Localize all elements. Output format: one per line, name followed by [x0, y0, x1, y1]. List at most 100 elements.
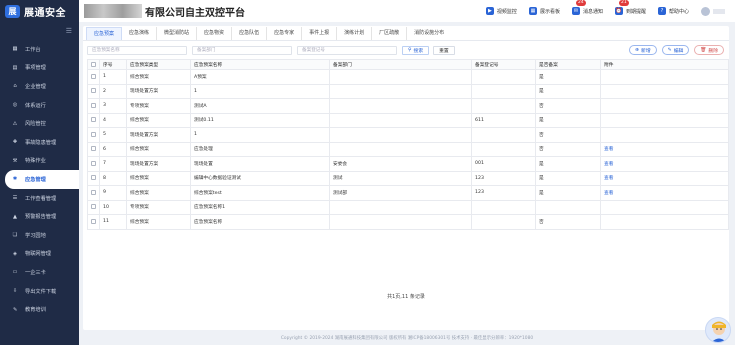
tab-bar: 应急预案 应急演练 微型消防站 应急物资 应急队伍 应急专家 事件上报 演练计划 厂区疏散 消防设… [83, 26, 729, 41]
select-all-checkbox[interactable] [91, 61, 96, 67]
tab-item[interactable]: 微型消防站 [157, 27, 198, 40]
table-cell: 否 [535, 141, 601, 157]
dept-input[interactable]: 备案部门 [192, 45, 292, 55]
table-cell: 否 [535, 214, 601, 230]
menu-collapse-icon[interactable]: ☰ [0, 22, 79, 40]
sidebar-item-system[interactable]: ◎ 体系运行 [0, 96, 79, 115]
sidebar-item-workbench[interactable]: ▦ 工作台 [0, 40, 79, 59]
table-row[interactable]: 6 综合预案 应急处理 否查看 [87, 141, 729, 157]
sidebar-item-card[interactable]: ▭ 一企三卡 [0, 263, 79, 282]
help-button[interactable]: ? 帮助中心 [657, 7, 689, 15]
sidebar-item-label: 特殊作业 [25, 158, 46, 165]
tab-item[interactable]: 消防设施分布 [407, 27, 451, 40]
row-checkbox[interactable] [91, 73, 96, 79]
row-checkbox[interactable] [91, 218, 96, 224]
redacted-user-name[interactable] [713, 8, 725, 14]
row-checkbox[interactable] [91, 88, 96, 94]
table-row[interactable]: 5 现场处置方案 1 否 [87, 127, 729, 143]
sidebar-item-review[interactable]: ☰ 工作查看管理 [0, 189, 79, 208]
table-row[interactable]: 11 综合预案 应急预案名称 否 [87, 214, 729, 230]
video-button[interactable]: ▶ 视频监控 [485, 7, 517, 15]
sidebar-item-training[interactable]: ✎ 教育培训 [0, 300, 79, 319]
plan-table: 序号 应急预案类型 应急预案名称 备案部门 备案登记号 是否备案 附件 1 综合预案 A预案是 2… [87, 59, 729, 230]
search-button[interactable]: ⚲ 搜索 [402, 45, 430, 55]
row-checkbox[interactable] [91, 160, 96, 166]
view-attachment-link[interactable]: 查看 [600, 141, 729, 157]
dashboard-button[interactable]: ▦ 展示看板 [528, 7, 560, 15]
sidebar-item-label: 一企三卡 [25, 269, 46, 276]
sidebar-item-task[interactable]: ▤ 事项管理 [0, 59, 79, 78]
view-attachment-link[interactable]: 查看 [600, 185, 729, 201]
tab-item[interactable]: 应急物资 [197, 27, 233, 40]
sidebar-item-hazard[interactable]: ✚ 事故隐患管理 [0, 133, 79, 152]
top-bar: 有限公司自主双控平台 ▶ 视频监控 ▦ 展示看板 ✉ 24 消息通知 ⏰ 21 到期提醒? 帮助中心 [79, 0, 735, 22]
table-row[interactable]: 3 专项预案 测试A 否 [87, 98, 729, 114]
avatar[interactable] [701, 6, 710, 16]
table-row[interactable]: 2 现场处置方案 1 是 [87, 83, 729, 99]
table-cell: A预案 [190, 69, 330, 85]
reset-button[interactable]: 重置 [433, 45, 455, 55]
checkbox-cell [87, 185, 100, 201]
row-checkbox[interactable] [91, 131, 96, 137]
table-row[interactable]: 1 综合预案 A预案 是 [87, 69, 729, 85]
row-checkbox[interactable] [91, 146, 96, 152]
row-checkbox[interactable] [91, 204, 96, 210]
notification-badge: 21 [618, 0, 629, 6]
sidebar-item-iot[interactable]: ◈ 物联网管理 [0, 245, 79, 264]
sidebar-item-risk[interactable]: ⚠ 风险管控 [0, 114, 79, 133]
table-cell: 测试 [329, 170, 472, 186]
tab-item[interactable]: 事件上报 [302, 27, 338, 40]
sidebar-item-emergency[interactable]: ✱ 应急管理 [5, 170, 79, 189]
table-row[interactable]: 7 现场处置方案 现场处置 安委会 001 是查看 [87, 156, 729, 172]
sidebar-item-download[interactable]: ⇩ 导出文件下载 [0, 282, 79, 301]
table-cell: 6 [99, 141, 127, 157]
tab-item[interactable]: 应急专家 [267, 27, 303, 40]
tab-item[interactable]: 应急演练 [122, 27, 158, 40]
table-row[interactable]: 8 综合预案 编辑中心数据验证测试 测试 123 是查看 [87, 170, 729, 186]
checkbox-cell [87, 214, 100, 230]
tab-item[interactable]: 应急队伍 [232, 27, 268, 40]
checkbox-cell [87, 141, 100, 157]
main-panel: 应急预案 应急演练 微型消防站 应急物资 应急队伍 应急专家 事件上报 演练计划 厂区疏散 消防设… [83, 26, 729, 330]
checkbox-cell [87, 199, 100, 215]
table-row[interactable]: 4 综合预案 测试0.11 611 是 [87, 112, 729, 128]
table-cell: 9 [99, 185, 127, 201]
emergency-icon: ✱ [12, 176, 18, 183]
sidebar: 展 展通安全 ☰ ▦ 工作台 ▤ 事项管理 ⌂ 企业管理 ◎ 体系运行 ⚠ 风险管控 ✚ 事故隐患管理… [0, 0, 79, 345]
table-cell: 现场处置方案 [126, 127, 191, 143]
row-checkbox[interactable] [91, 189, 96, 195]
special-work-icon: ⚒ [12, 157, 18, 164]
delete-button[interactable]: 🗑 删除 [694, 45, 724, 55]
table-row[interactable]: 10 专项预案 应急预案名称1 [87, 199, 729, 215]
logo[interactable]: 展 展通安全 [0, 0, 79, 22]
edit-button[interactable]: ✎ 编辑 [661, 45, 690, 55]
alarm-button[interactable]: ⏰ 21 到期提醒 [614, 0, 646, 15]
checkbox-cell [87, 156, 100, 172]
plan-name-input[interactable]: 应急预案名称 [87, 45, 187, 55]
add-button[interactable]: ⊕ 新增 [629, 45, 657, 55]
sidebar-item-label: 教育培训 [25, 307, 46, 314]
row-checkbox[interactable] [91, 117, 96, 123]
system-icon: ◎ [12, 102, 18, 109]
tab-item[interactable]: 应急预案 [86, 27, 123, 40]
row-checkbox[interactable] [91, 102, 96, 108]
sidebar-item-company[interactable]: ⌂ 企业管理 [0, 77, 79, 96]
row-checkbox[interactable] [91, 175, 96, 181]
assistant-avatar-icon[interactable] [705, 317, 731, 343]
table-cell [329, 83, 472, 99]
hazard-icon: ✚ [12, 139, 18, 146]
tab-item[interactable]: 厂区疏散 [372, 27, 408, 40]
company-icon: ⌂ [13, 83, 17, 90]
sidebar-item-warning[interactable]: ▲ 预警报告管理 [0, 207, 79, 226]
view-attachment-link[interactable]: 查看 [600, 156, 729, 172]
view-attachment-link[interactable]: 查看 [600, 170, 729, 186]
table-cell: 现场处置方案 [126, 83, 191, 99]
table-cell [329, 199, 472, 215]
tab-item[interactable]: 演练计划 [337, 27, 373, 40]
bell-button[interactable]: ✉ 24 消息通知 [571, 0, 603, 15]
sidebar-item-study[interactable]: ❏ 学习园地 [0, 226, 79, 245]
sidebar-item-special-work[interactable]: ⚒ 特殊作业 [0, 152, 79, 171]
table-row[interactable]: 9 综合预案 综合预案test 测试部 123 是查看 [87, 185, 729, 201]
reg-number-input[interactable]: 备案登记号 [297, 45, 397, 55]
copyright-footer: Copyright © 2019-2024 湖南展通科技集团有限公司 版权所有 … [280, 336, 534, 341]
